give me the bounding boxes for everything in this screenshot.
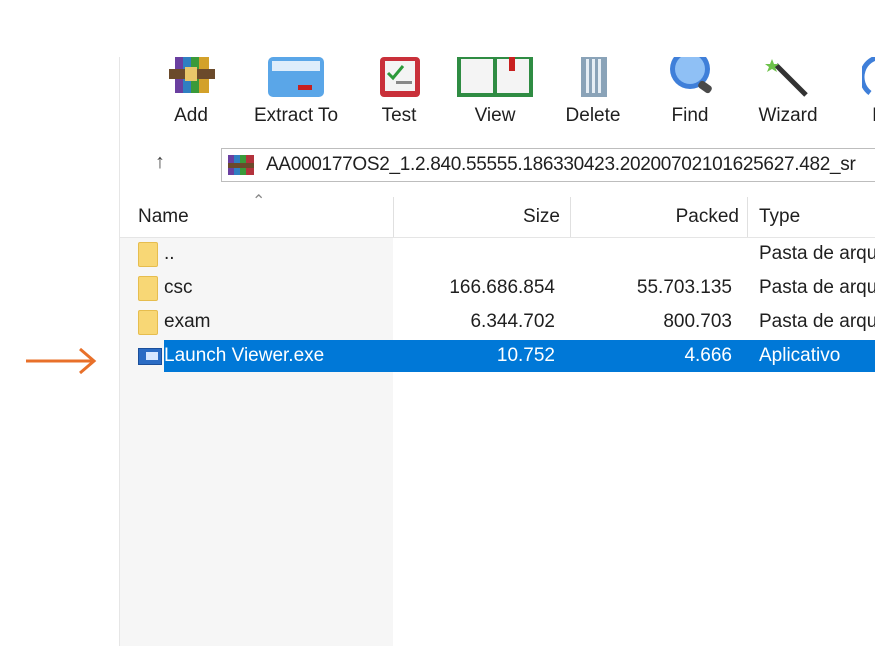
column-divider[interactable] — [747, 197, 748, 237]
view-button[interactable]: View — [455, 57, 535, 135]
wizard-button[interactable]: Wizard — [748, 57, 828, 135]
up-arrow-icon[interactable]: ↑ — [148, 151, 172, 177]
view-book-icon — [457, 57, 533, 97]
column-header-type[interactable]: Type — [759, 197, 800, 237]
test-checklist-icon — [380, 57, 420, 97]
address-bar-row: ↑ AA000177OS2_1.2.840.55555.186330423.20… — [120, 143, 875, 187]
folder-icon — [138, 242, 158, 267]
file-row-parent[interactable]: .. Pasta de arqu — [136, 238, 875, 270]
info-icon — [862, 57, 875, 95]
address-path: AA000177OS2_1.2.840.55555.186330423.2020… — [266, 154, 856, 175]
rar-archive-icon — [228, 155, 254, 175]
extract-to-button[interactable]: Extract To — [254, 57, 338, 135]
delete-button[interactable]: Delete — [553, 57, 633, 135]
sort-ascending-icon: ⌃ — [252, 193, 266, 210]
exe-icon — [138, 348, 162, 365]
find-button[interactable]: Find — [650, 57, 730, 135]
column-header-name[interactable]: Name — [138, 197, 189, 237]
magnifier-icon — [670, 57, 712, 94]
file-row-csc[interactable]: csc 166.686.854 55.703.135 Pasta de arqu — [136, 272, 875, 304]
column-header-packed[interactable]: Packed — [676, 197, 739, 237]
magic-wand-icon — [765, 59, 808, 97]
folder-icon — [138, 276, 158, 301]
column-divider[interactable] — [393, 197, 394, 237]
orange-arrow-icon — [26, 347, 97, 375]
test-button[interactable]: Test — [359, 57, 439, 135]
info-button[interactable]: I — [846, 57, 875, 135]
file-row-exam[interactable]: exam 6.344.702 800.703 Pasta de arqu — [136, 306, 875, 338]
file-list-header: Name ⌃ Size Packed Type — [120, 193, 875, 238]
file-row-launch-viewer[interactable]: Launch Viewer.exe 10.752 4.666 Aplicativ… — [136, 340, 875, 372]
extract-folder-icon — [268, 57, 324, 97]
trash-can-icon — [581, 57, 607, 97]
winrar-window: Add Extract To Test View Delete Find Wiz… — [119, 57, 875, 646]
folder-icon — [138, 310, 158, 335]
column-divider[interactable] — [570, 197, 571, 237]
column-header-size[interactable]: Size — [523, 197, 560, 237]
address-field[interactable]: AA000177OS2_1.2.840.55555.186330423.2020… — [221, 148, 875, 182]
toolbar: Add Extract To Test View Delete Find Wiz… — [120, 57, 875, 137]
add-button[interactable]: Add — [151, 57, 231, 135]
winrar-add-icon — [169, 57, 215, 93]
